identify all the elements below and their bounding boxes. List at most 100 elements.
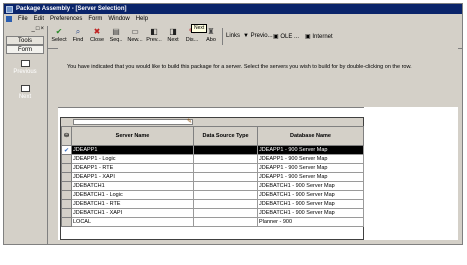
row-selector[interactable] — [61, 181, 72, 191]
title-bar: Package Assembly - [Server Selection] — [4, 4, 462, 14]
cell-server-name: JDEBATCH1 — [71, 181, 194, 191]
cell-server-name: JDEAPP1 — [71, 145, 194, 155]
menu-preferences[interactable]: Preferences — [49, 16, 83, 22]
row-selector[interactable] — [61, 217, 72, 227]
links-label: Links — [226, 33, 241, 39]
internet-link[interactable]: ▣ Internet — [305, 33, 333, 40]
menu-window[interactable]: Window — [107, 16, 130, 22]
prev-label: Prev... — [146, 37, 162, 43]
table-row[interactable]: JDEBATCH1 JDEBATCH1 - 900 Server Map — [61, 181, 364, 191]
cell-data-source-type — [193, 190, 258, 200]
row-selector[interactable] — [61, 154, 72, 164]
ole-link[interactable]: ▣ OLE ... — [273, 33, 299, 40]
previous-nav-button[interactable]: Previous — [6, 60, 44, 75]
close-button[interactable]: ✖ Close — [88, 27, 106, 44]
close-label: Close — [89, 37, 105, 43]
cell-database-name: JDEAPP1 - 900 Server Map — [257, 163, 364, 173]
next-nav-button[interactable]: Next — [6, 85, 44, 100]
new-label: New... — [127, 37, 143, 43]
table-row[interactable]: LOCAL Planner - 900 — [61, 217, 364, 227]
next-tooltip: Next — [191, 24, 208, 33]
cell-data-source-type — [193, 145, 258, 155]
table-row[interactable]: JDEAPP1 - RTE JDEAPP1 - 900 Server Map — [61, 163, 364, 173]
check-icon: ✔ — [55, 27, 63, 36]
sequence-label: Seq.. — [109, 37, 123, 43]
cell-database-name: JDEBATCH1 - 900 Server Map — [257, 181, 364, 191]
table-row[interactable]: JDEBATCH1 - XAPI JDEBATCH1 - 900 Server M… — [61, 208, 364, 218]
cell-server-name: JDEAPP1 - RTE — [71, 163, 194, 173]
new-icon: ▭ — [131, 27, 139, 36]
cell-data-source-type — [193, 154, 258, 164]
row-selector[interactable] — [61, 190, 72, 200]
about-label: Abo — [206, 37, 216, 43]
cell-data-source-type — [193, 199, 258, 209]
cell-database-name: Planner - 900 — [257, 217, 364, 227]
table-row[interactable]: JDEAPP1 - Logic JDEAPP1 - 900 Server Map — [61, 154, 364, 164]
cell-data-source-type — [193, 217, 258, 227]
tab-tools[interactable]: Tools — [6, 36, 44, 45]
close-icon: ✖ — [93, 27, 101, 36]
find-button[interactable]: ⌕ Find — [69, 27, 87, 44]
qbe-filter-input[interactable] — [73, 119, 193, 125]
prev-icon: ◧ — [150, 27, 158, 36]
toolbar-separator — [222, 28, 223, 45]
find-label: Find — [72, 37, 84, 43]
display-label: Dis... — [185, 37, 199, 43]
sequence-icon: ▤ — [112, 27, 120, 36]
panel-controls[interactable]: _□× — [32, 26, 45, 32]
row-check-icon[interactable]: ✔ — [61, 145, 72, 155]
table-row[interactable]: JDEBATCH1 - RTE JDEBATCH1 - 900 Server Ma… — [61, 199, 364, 209]
cell-server-name: LOCAL — [71, 217, 194, 227]
grid-empty-area — [364, 107, 458, 240]
tab-form[interactable]: Form — [6, 45, 44, 54]
previous-link[interactable]: ▼ Previo... — [243, 33, 273, 39]
server-grid: ✎ ⛁ Server Name Data Source Type Databas… — [60, 117, 364, 240]
prev-button[interactable]: ◧ Prev... — [145, 27, 163, 44]
select-button[interactable]: ✔ Select — [50, 27, 68, 44]
next-button[interactable]: ◨ Next — [164, 28, 182, 44]
column-header-data-source-type[interactable]: Data Source Type — [193, 126, 258, 146]
menu-form[interactable]: Form — [87, 16, 103, 22]
find-icon: ⌕ — [75, 27, 81, 36]
row-selector[interactable] — [61, 163, 72, 173]
system-menu-icon[interactable] — [6, 16, 12, 22]
row-selector[interactable] — [61, 208, 72, 218]
table-row[interactable]: ✔ JDEAPP1 JDEAPP1 - 900 Server Map — [61, 145, 364, 155]
row-selector[interactable] — [61, 172, 72, 182]
previous-nav-label: Previous — [13, 69, 37, 75]
cell-server-name: JDEAPP1 - Logic — [71, 154, 194, 164]
about-icon: ♜ — [207, 27, 215, 36]
menu-edit[interactable]: Edit — [33, 16, 45, 22]
cell-database-name: JDEBATCH1 - 900 Server Map — [257, 199, 364, 209]
next-label: Next — [167, 37, 179, 43]
previous-link-label: Previo... — [250, 33, 273, 39]
grid-table: ⛁ Server Name Data Source Type Database … — [61, 126, 364, 227]
left-panel: _□× Tools Form Previous Next — [4, 26, 48, 244]
previous-icon — [20, 60, 30, 67]
ole-link-label: OLE ... — [280, 34, 300, 40]
sequence-button[interactable]: ▤ Seq.. — [107, 27, 125, 44]
cell-database-name: JDEBATCH1 - 900 Server Map — [257, 208, 364, 218]
row-selector-header[interactable]: ⛁ — [61, 126, 72, 146]
pencil-icon: ✎ — [187, 119, 193, 125]
cell-server-name: JDEBATCH1 - Logic — [71, 190, 194, 200]
cell-server-name: JDEBATCH1 - XAPI — [71, 208, 194, 218]
form-content: You have indicated that you would like t… — [58, 45, 458, 240]
new-button[interactable]: ▭ New... — [126, 27, 144, 44]
row-selector[interactable] — [61, 199, 72, 209]
menu-file[interactable]: File — [17, 16, 29, 22]
menu-help[interactable]: Help — [135, 16, 149, 22]
cell-database-name: JDEBATCH1 - 900 Server Map — [257, 190, 364, 200]
cell-data-source-type — [193, 172, 258, 182]
cell-server-name: JDEBATCH1 - RTE — [71, 199, 194, 209]
table-row[interactable]: JDEBATCH1 - Logic JDEBATCH1 - 900 Server … — [61, 190, 364, 200]
cell-data-source-type — [193, 208, 258, 218]
window-title: Package Assembly - [Server Selection] — [16, 6, 127, 12]
column-header-database-name[interactable]: Database Name — [257, 126, 364, 146]
next-nav-label: Next — [18, 94, 32, 100]
next-icon — [20, 85, 30, 92]
table-row[interactable]: JDEAPP1 - XAPI JDEAPP1 - 900 Server Map — [61, 172, 364, 182]
column-header-server-name[interactable]: Server Name — [71, 126, 194, 146]
cell-data-source-type — [193, 181, 258, 191]
cell-database-name: JDEAPP1 - 900 Server Map — [257, 145, 364, 155]
